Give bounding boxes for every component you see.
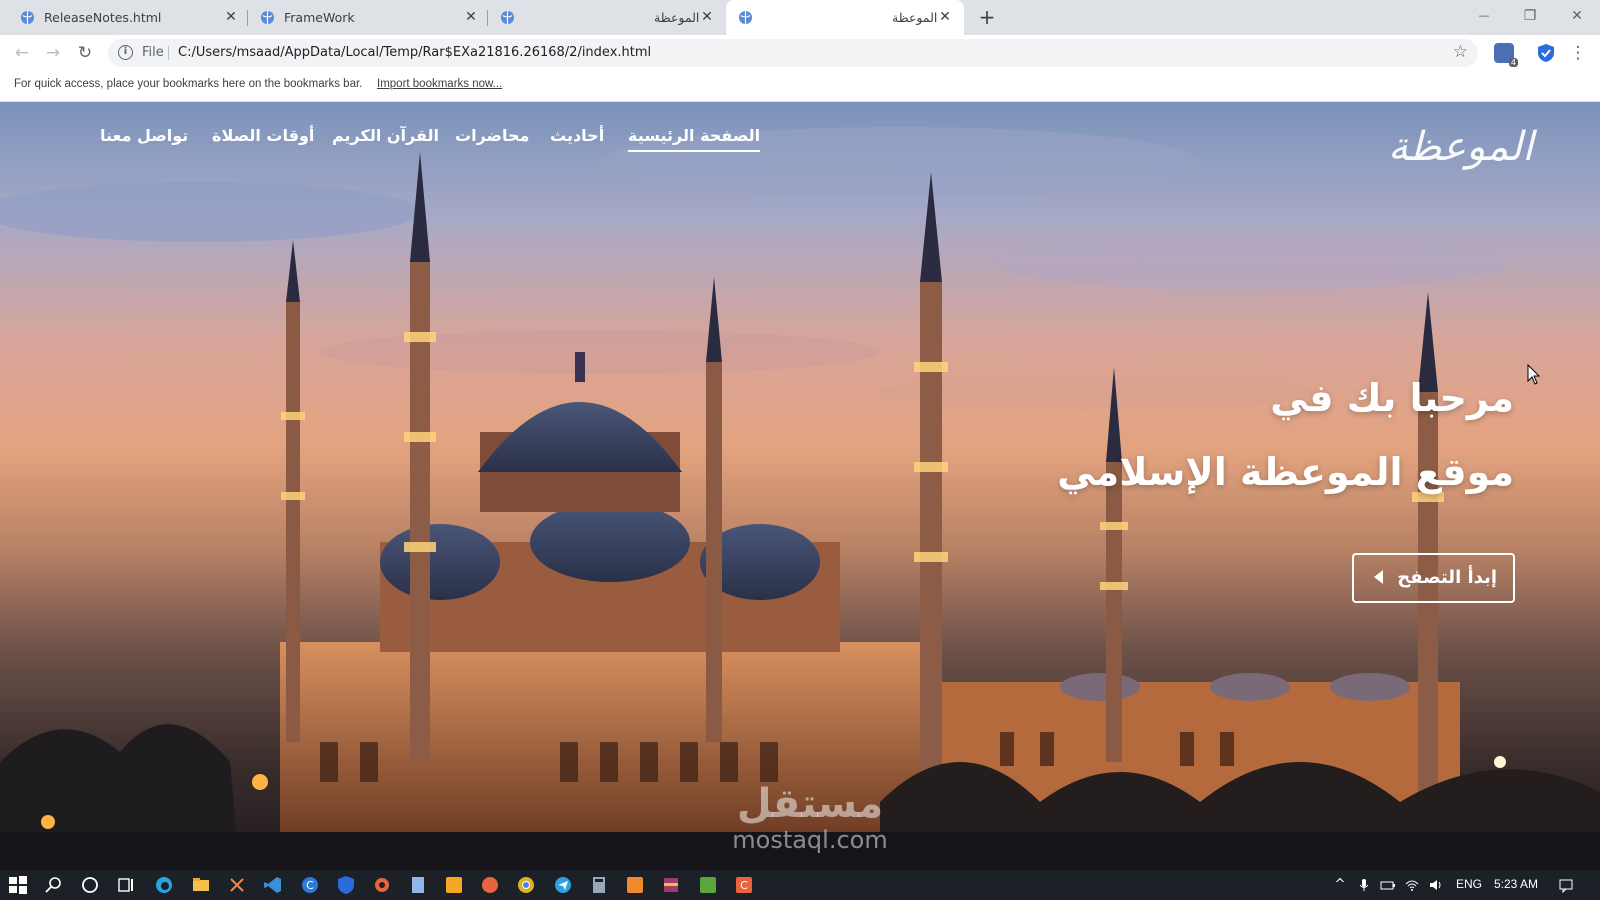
omnibox-divider [168, 46, 169, 60]
bookmarks-bar: For quick access, place your bookmarks h… [0, 70, 1600, 102]
watermark-arabic: مستقل [736, 781, 884, 827]
edge-icon[interactable] [154, 875, 174, 895]
globe-icon [500, 10, 515, 25]
tab-mawitha-1[interactable]: الموعظة ✕ [488, 0, 726, 35]
hero-section: الموعظة الصفحة الرئيسية أحاديث محاضرات ا… [0, 102, 1600, 870]
close-tab-icon[interactable]: ✕ [462, 8, 480, 26]
hero-title-line2: موقع الموعظة الإسلامي [1057, 450, 1514, 494]
globe-icon [738, 10, 753, 25]
back-button[interactable]: ← [10, 41, 34, 65]
app-c-icon[interactable]: C [300, 875, 320, 895]
info-icon[interactable]: i [118, 45, 133, 60]
app-orange-icon[interactable] [480, 875, 500, 895]
battery-icon[interactable] [1380, 877, 1396, 893]
cortana-icon[interactable] [80, 875, 100, 895]
start-browsing-button[interactable]: إبدأ التصفح [1352, 553, 1515, 603]
calculator-icon[interactable] [589, 875, 609, 895]
restore-button[interactable]: ❐ [1518, 4, 1542, 28]
mouse-cursor-icon [1527, 364, 1541, 385]
settings-app-icon[interactable] [372, 875, 392, 895]
shield-extension-icon[interactable] [1536, 43, 1556, 63]
microphone-icon[interactable] [1356, 877, 1372, 893]
camtasia-icon[interactable] [698, 875, 718, 895]
browser-toolbar: ← → ↻ i File C:/Users/msaad/AppData/Loca… [0, 35, 1600, 70]
close-tab-icon[interactable]: ✕ [222, 8, 240, 26]
new-tab-button[interactable]: + [976, 6, 998, 28]
site-logo[interactable]: الموعظة [1388, 112, 1533, 182]
task-view-icon[interactable] [116, 875, 136, 895]
tab-title: ReleaseNotes.html [44, 10, 162, 25]
scheme-label: File [142, 45, 164, 60]
close-tab-icon[interactable]: ✕ [936, 8, 954, 26]
reload-button[interactable]: ↻ [73, 41, 97, 65]
translate-extension-icon[interactable]: 4 [1494, 43, 1518, 67]
close-window-button[interactable]: ✕ [1565, 4, 1589, 28]
wifi-icon[interactable] [1404, 877, 1420, 893]
minimize-button[interactable]: — [1472, 4, 1496, 28]
tab-title: FrameWork [284, 10, 355, 25]
app-c2-icon[interactable]: C [734, 875, 754, 895]
tab-title: الموعظة [654, 10, 700, 25]
tab-title: الموعظة [892, 10, 938, 25]
notifications-icon[interactable] [1558, 877, 1574, 893]
snipping-tool-icon[interactable] [227, 875, 247, 895]
sublime-text-icon[interactable] [444, 875, 464, 895]
globe-icon [20, 10, 35, 25]
bookmarks-message: For quick access, place your bookmarks h… [14, 78, 363, 90]
nav-contact[interactable]: تواصل معنا [100, 126, 188, 145]
close-tab-icon[interactable]: ✕ [698, 8, 716, 26]
tab-strip: ReleaseNotes.html ✕ FrameWork ✕ الموعظة … [0, 0, 1600, 35]
search-icon[interactable] [44, 875, 64, 895]
tab-mawitha-active[interactable]: الموعظة ✕ [726, 0, 964, 35]
nav-prayer-times[interactable]: أوقات الصلاة [212, 126, 314, 145]
url-text[interactable]: C:/Users/msaad/AppData/Local/Temp/Rar$EX… [178, 45, 651, 60]
nav-hadiths[interactable]: أحاديث [550, 126, 604, 145]
import-bookmarks-link[interactable]: Import bookmarks now... [377, 78, 502, 90]
browser-menu-icon[interactable]: ⋮ [1566, 41, 1590, 65]
svg-text:C: C [306, 879, 314, 892]
chrome-icon[interactable] [516, 875, 536, 895]
clock[interactable]: 5:23 AM [1494, 877, 1538, 891]
extension-badge: 4 [1508, 58, 1518, 67]
hero-title-line1: مرحبا بك في [1270, 376, 1514, 420]
volume-icon[interactable] [1428, 877, 1444, 893]
nav-quran[interactable]: القرآن الكريم [332, 126, 439, 145]
watermark: مستقل mostaql.com [700, 782, 920, 854]
language-indicator[interactable]: ENG [1456, 877, 1482, 891]
tab-framework[interactable]: FrameWork ✕ [248, 0, 486, 35]
watermark-latin: mostaql.com [732, 826, 888, 854]
telegram-icon[interactable] [553, 875, 573, 895]
svg-text:C: C [740, 879, 748, 892]
caret-left-icon [1374, 570, 1383, 584]
tab-release-notes[interactable]: ReleaseNotes.html ✕ [8, 0, 246, 35]
nav-lectures[interactable]: محاضرات [455, 126, 529, 145]
app-orange2-icon[interactable] [625, 875, 645, 895]
winrar-icon[interactable] [661, 875, 681, 895]
shield-app-icon[interactable] [336, 875, 356, 895]
forward-button[interactable]: → [41, 41, 65, 65]
nav-home[interactable]: الصفحة الرئيسية [628, 126, 761, 152]
visual-studio-code-icon[interactable] [263, 875, 283, 895]
tray-overflow-icon[interactable]: ^ [1332, 877, 1348, 893]
windows-start-icon[interactable] [8, 875, 28, 895]
globe-icon [260, 10, 275, 25]
notepad-icon[interactable] [408, 875, 428, 895]
address-bar[interactable]: i File C:/Users/msaad/AppData/Local/Temp… [108, 39, 1478, 67]
cta-label: إبدأ التصفح [1397, 567, 1497, 588]
windows-taskbar: C C ^ ENG 5:23 AM [0, 870, 1600, 900]
bookmark-star-icon[interactable]: ☆ [1453, 42, 1468, 62]
file-explorer-icon[interactable] [191, 875, 211, 895]
